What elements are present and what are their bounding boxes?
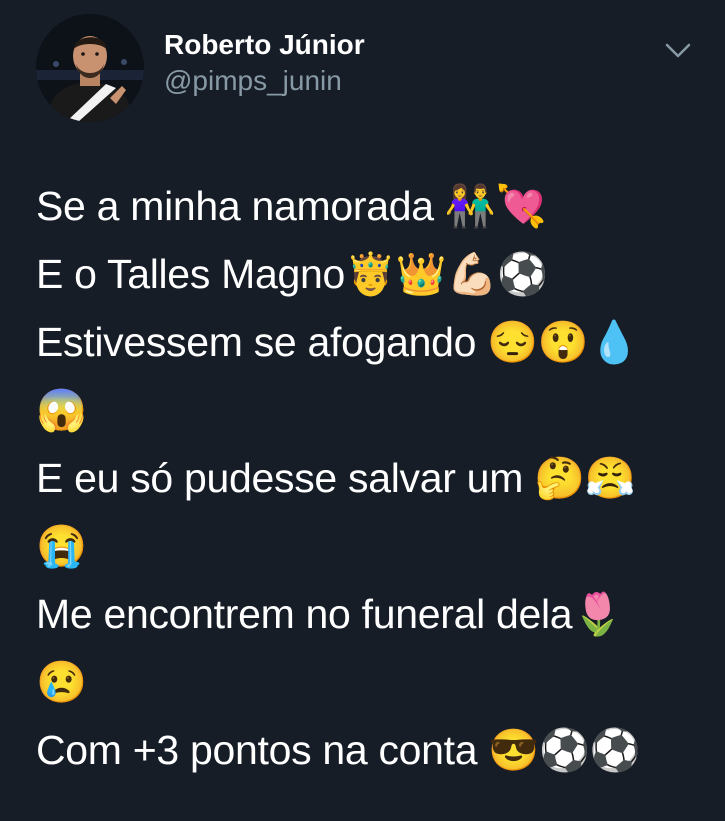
tweet-line: Me encontrem no funeral dela🌷 [36,591,624,637]
tweet-line: 😢 [36,659,87,705]
avatar-photo [36,14,144,122]
tweet-card: Roberto Júnior @pimps_junin Se a minha n… [0,0,725,821]
tweet-text: Se a minha namorada 👫💘 E o Talles Magno🤴… [36,172,706,784]
tweet-line: E eu só pudesse salvar um 🤔😤 [36,455,636,501]
user-handle[interactable]: @pimps_junin [164,64,365,98]
display-name[interactable]: Roberto Júnior [164,28,365,62]
author-names: Roberto Júnior @pimps_junin [164,28,365,98]
tweet-line: 😭 [36,523,87,569]
chevron-down-icon[interactable] [663,40,693,60]
tweet-header: Roberto Júnior @pimps_junin [36,14,701,124]
tweet-line: Com +3 pontos na conta 😎⚽⚽ [36,727,641,773]
avatar[interactable] [36,14,144,122]
tweet-line: Estivessem se afogando 😔😲💧 [36,319,640,365]
tweet-line: Se a minha namorada 👫💘 [36,183,547,229]
tweet-line: E o Talles Magno🤴👑💪🏻⚽ [36,251,548,297]
tweet-line: 😱 [36,387,87,433]
